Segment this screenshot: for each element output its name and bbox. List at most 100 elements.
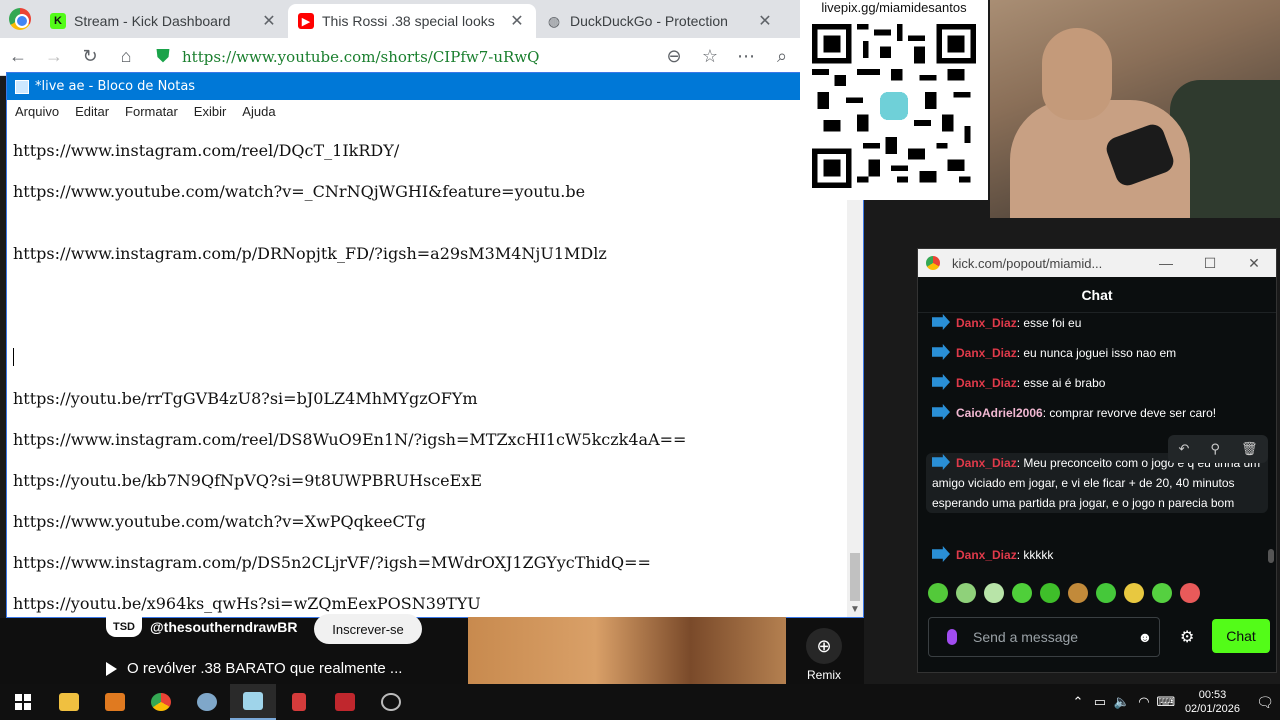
volume-icon[interactable]: 🔈 bbox=[1111, 694, 1133, 710]
bookmark-star-icon[interactable]: ☆ bbox=[692, 38, 728, 76]
browser-tabbar: K Stream - Kick Dashboard ✕ ▶ This Rossi… bbox=[0, 0, 800, 38]
maximize-icon[interactable]: ☐ bbox=[1188, 255, 1232, 272]
chat-window-titlebar[interactable]: kick.com/popout/miamid... — ☐ ✕ bbox=[918, 249, 1276, 277]
text-line: https://www.instagram.com/p/DS5n2CLjrVF/… bbox=[13, 553, 651, 572]
emote-icon[interactable] bbox=[928, 583, 948, 603]
video-title-text: O revólver .38 BARATO que realmente ... bbox=[127, 660, 403, 677]
close-icon[interactable]: ✕ bbox=[1232, 255, 1276, 272]
wifi-icon[interactable]: ◠ bbox=[1133, 694, 1155, 710]
remix-button[interactable]: ⊕ Remix bbox=[800, 628, 848, 684]
menu-editar[interactable]: Editar bbox=[75, 104, 109, 119]
webcam-feed bbox=[990, 0, 1280, 218]
text-line: https://www.instagram.com/reel/DQcT_1IkR… bbox=[13, 141, 400, 160]
app-circle-icon[interactable] bbox=[368, 684, 414, 720]
keyboard-icon[interactable]: ⌨ bbox=[1155, 694, 1177, 710]
emote-icon[interactable] bbox=[1096, 583, 1116, 603]
browser-logo-icon[interactable] bbox=[0, 0, 40, 38]
channel-name[interactable]: @thesoutherndrawBR bbox=[150, 619, 297, 635]
scrollbar-thumb[interactable] bbox=[850, 553, 860, 601]
clock[interactable]: 00:53 02/01/2026 bbox=[1185, 688, 1240, 716]
chat-username[interactable]: Danx_Diaz bbox=[956, 548, 1017, 562]
tab-title: Stream - Kick Dashboard bbox=[74, 13, 231, 29]
search-icon[interactable]: ⌕ bbox=[764, 38, 800, 76]
zoom-icon[interactable]: ⊖ bbox=[656, 38, 692, 76]
home-icon[interactable]: ⌂ bbox=[108, 38, 144, 76]
flash-app-icon[interactable] bbox=[322, 684, 368, 720]
menu-formatar[interactable]: Formatar bbox=[125, 104, 178, 119]
chrome-icon[interactable] bbox=[138, 684, 184, 720]
reply-icon[interactable]: ↶ bbox=[1179, 441, 1190, 457]
more-menu-icon[interactable]: ⋯ bbox=[728, 38, 764, 76]
chat-message[interactable]: Danx_Diaz: esse ai é brabo bbox=[932, 373, 1262, 393]
taskbar: ⌃ ▭ 🔈 ◠ ⌨ 00:53 02/01/2026 🗨 bbox=[0, 684, 1280, 720]
video-title[interactable]: O revólver .38 BARATO que realmente ... bbox=[106, 660, 402, 677]
chat-send-button[interactable]: Chat bbox=[1212, 619, 1270, 653]
desktop: K Stream - Kick Dashboard ✕ ▶ This Rossi… bbox=[0, 0, 1280, 720]
shield-icon: ⛊ bbox=[156, 46, 170, 67]
calculator-icon[interactable] bbox=[276, 684, 322, 720]
notepad-taskbar-icon[interactable] bbox=[230, 684, 276, 720]
notification-icon[interactable]: 🗨 bbox=[1250, 694, 1280, 711]
back-icon[interactable]: ← bbox=[0, 38, 36, 76]
livepix-url: livepix.gg/miamidesantos bbox=[821, 0, 967, 15]
notepad-titlebar[interactable]: *live ae - Bloco de Notas — bbox=[7, 73, 863, 100]
tab-youtube[interactable]: ▶ This Rossi .38 special looks ✕ bbox=[288, 4, 536, 38]
menu-ajuda[interactable]: Ajuda bbox=[242, 104, 275, 119]
youtube-icon: ▶ bbox=[298, 13, 314, 29]
obs-app-icon[interactable] bbox=[184, 684, 230, 720]
pin-icon[interactable]: ⚲ bbox=[1210, 441, 1220, 457]
chat-username[interactable]: Danx_Diaz bbox=[956, 456, 1017, 470]
moderator-badge-icon bbox=[932, 344, 950, 360]
close-icon[interactable]: ✕ bbox=[508, 11, 526, 31]
channel-info[interactable]: TSD @thesoutherndrawBR bbox=[106, 617, 297, 637]
subscribe-button[interactable]: Inscrever-se bbox=[314, 614, 422, 644]
chat-message[interactable]: Danx_Diaz: kkkkk bbox=[932, 545, 1262, 565]
menu-arquivo[interactable]: Arquivo bbox=[15, 104, 59, 119]
tab-title: This Rossi .38 special looks bbox=[322, 13, 495, 29]
chat-username[interactable]: Danx_Diaz bbox=[956, 346, 1017, 360]
minimize-icon[interactable]: — bbox=[1144, 255, 1188, 271]
emote-bar bbox=[928, 583, 1208, 603]
chat-message[interactable]: Danx_Diaz: esse foi eu bbox=[932, 313, 1262, 333]
forward-icon[interactable]: → bbox=[36, 38, 72, 76]
media-app-icon[interactable] bbox=[92, 684, 138, 720]
delete-icon[interactable]: 🗑 bbox=[1241, 441, 1258, 457]
close-icon[interactable]: ✕ bbox=[756, 11, 774, 31]
windows-start-icon[interactable] bbox=[0, 684, 46, 720]
chat-username[interactable]: Danx_Diaz bbox=[956, 316, 1017, 330]
emote-icon[interactable] bbox=[1124, 583, 1144, 603]
tab-kick-dashboard[interactable]: K Stream - Kick Dashboard ✕ bbox=[40, 4, 288, 38]
emote-icon[interactable] bbox=[1068, 583, 1088, 603]
text-line: https://youtu.be/kb7N9QfNpVQ?si=9t8UWPBR… bbox=[13, 471, 482, 490]
emoji-icon[interactable]: ☻ bbox=[1131, 629, 1159, 645]
close-icon[interactable]: ✕ bbox=[260, 11, 278, 31]
chat-scrollbar[interactable] bbox=[1268, 313, 1274, 563]
chat-text: : esse foi eu bbox=[1016, 316, 1082, 330]
emote-icon[interactable] bbox=[956, 583, 976, 603]
emote-icon[interactable] bbox=[1040, 583, 1060, 603]
settings-gear-icon[interactable]: ⚙ bbox=[1180, 627, 1194, 647]
notepad-text-area[interactable]: https://www.instagram.com/reel/DQcT_1IkR… bbox=[7, 123, 849, 617]
chat-message[interactable]: Danx_Diaz: eu nunca joguei isso nao em bbox=[932, 343, 1262, 363]
emote-icon[interactable] bbox=[1012, 583, 1032, 603]
file-explorer-icon[interactable] bbox=[46, 684, 92, 720]
emote-icon[interactable] bbox=[984, 583, 1004, 603]
chat-username[interactable]: CaioAdriel2006 bbox=[956, 406, 1043, 420]
video-thumbnail[interactable] bbox=[468, 617, 786, 684]
chevron-up-icon[interactable]: ⌃ bbox=[1067, 694, 1089, 710]
emote-icon[interactable] bbox=[1152, 583, 1172, 603]
address-bar[interactable]: ⛊ https://www.youtube.com/shorts/CIPfw7-… bbox=[144, 42, 656, 72]
chat-username[interactable]: Danx_Diaz bbox=[956, 376, 1017, 390]
url-text: https://www.youtube.com/shorts/CIPfw7-uR… bbox=[182, 47, 540, 66]
device-icon[interactable]: ▭ bbox=[1089, 694, 1111, 710]
tab-duckduckgo[interactable]: ◍ DuckDuckGo - Protection ✕ bbox=[536, 4, 784, 38]
scroll-down-icon[interactable]: ▼ bbox=[847, 604, 863, 615]
chat-message[interactable]: CaioAdriel2006: comprar revorve deve ser… bbox=[932, 403, 1262, 423]
chat-text: : eu nunca joguei isso nao em bbox=[1016, 346, 1177, 360]
reload-icon[interactable]: ↻ bbox=[72, 38, 108, 76]
channel-avatar: TSD bbox=[106, 617, 142, 637]
microphone-icon[interactable] bbox=[947, 629, 957, 645]
menu-exibir[interactable]: Exibir bbox=[194, 104, 227, 119]
chat-message-input[interactable]: Send a message ☻ bbox=[928, 617, 1160, 657]
emote-icon[interactable] bbox=[1180, 583, 1200, 603]
